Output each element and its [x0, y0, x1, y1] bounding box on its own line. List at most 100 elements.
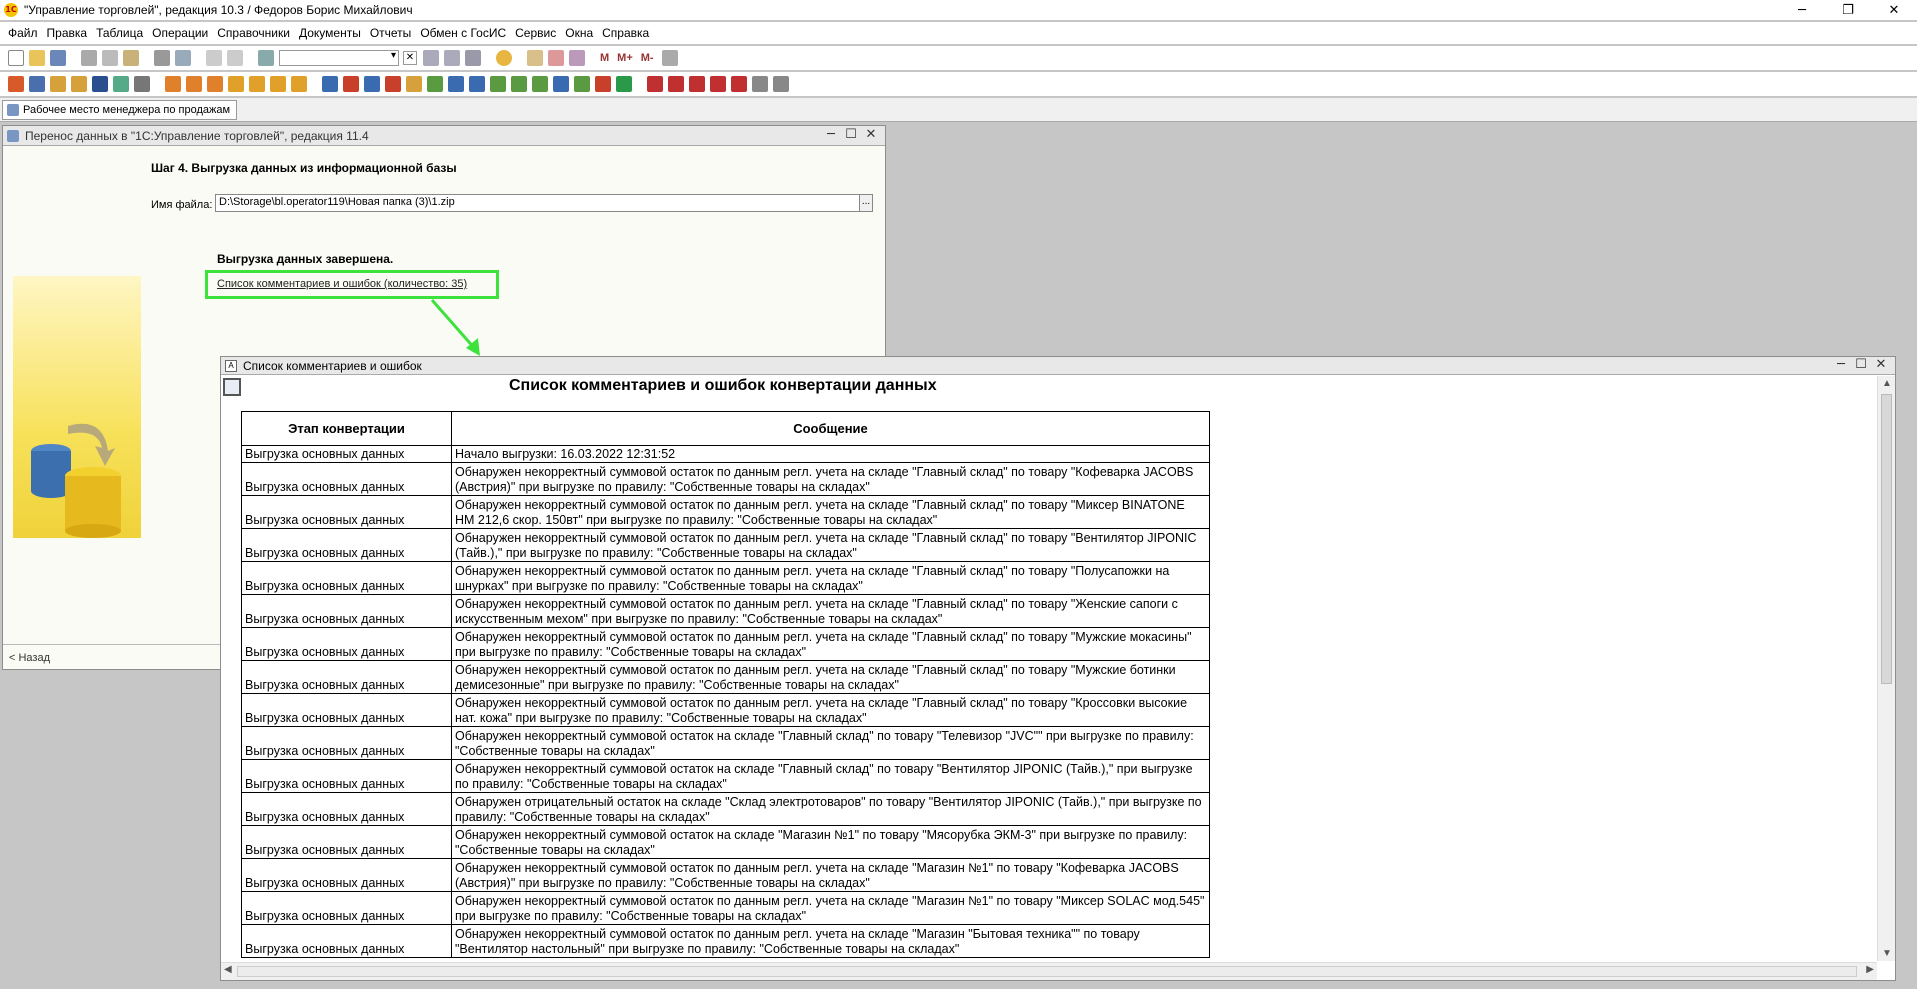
doc-icon-16[interactable] — [406, 76, 422, 92]
table-row[interactable]: Выгрузка основных данных Обнаружен некорр… — [241, 660, 1210, 694]
table-row[interactable]: Выгрузка основных данных Обнаружен некорр… — [241, 726, 1210, 760]
paste-icon[interactable] — [123, 50, 139, 66]
doc-icon-22[interactable] — [532, 76, 548, 92]
table-row[interactable]: Выгрузка основных данных Обнаружен некорр… — [241, 858, 1210, 892]
doc-icon-21[interactable] — [511, 76, 527, 92]
table-row[interactable]: Выгрузка основных данных Обнаружен некорр… — [241, 924, 1210, 958]
doc-icon-9[interactable] — [249, 76, 265, 92]
calculator-icon[interactable] — [527, 50, 543, 66]
table-row[interactable]: Выгрузка основных данных Обнаружен некорр… — [241, 693, 1210, 727]
scroll-down-icon[interactable]: ▼ — [1882, 948, 1892, 959]
close-button[interactable]: ✕ — [1871, 357, 1891, 372]
vertical-scrollbar[interactable]: ▲ ▼ — [1877, 376, 1895, 961]
doc-icon-24[interactable] — [574, 76, 590, 92]
open-icon[interactable] — [29, 50, 45, 66]
users-icon[interactable] — [569, 50, 585, 66]
doc-icon-4[interactable] — [71, 76, 87, 92]
doc-icon-10[interactable] — [270, 76, 286, 92]
undo-icon[interactable] — [206, 50, 222, 66]
table-row[interactable]: Выгрузка основных данных Обнаружен некорр… — [241, 495, 1210, 529]
menu-operations[interactable]: Операции — [152, 26, 208, 40]
back-button[interactable]: < Назад — [9, 652, 50, 664]
doc-icon-32[interactable] — [752, 76, 768, 92]
maximize-button[interactable]: ☐ — [841, 127, 861, 142]
doc-icon-27[interactable] — [647, 76, 663, 92]
errors-list-link[interactable]: Список комментариев и ошибок (количество… — [217, 278, 467, 290]
browse-button[interactable]: ... — [859, 194, 873, 212]
doc-icon-1[interactable] — [8, 76, 24, 92]
menu-service[interactable]: Сервис — [515, 26, 556, 40]
memory-plus-button[interactable]: M+ — [617, 52, 633, 64]
doc-icon-19[interactable] — [469, 76, 485, 92]
doc-icon-6[interactable] — [186, 76, 202, 92]
report-document[interactable]: Список комментариев и ошибок конвертации… — [221, 376, 1877, 961]
file-name-field[interactable]: D:\Storage\bl.operator119\Новая папка (3… — [215, 194, 861, 212]
menu-file[interactable]: Файл — [8, 26, 38, 40]
table-row[interactable]: Выгрузка основных данных Обнаружен некорр… — [241, 891, 1210, 925]
close-button[interactable]: ✕ — [861, 127, 881, 142]
calendar-icon[interactable] — [548, 50, 564, 66]
grid-icon[interactable] — [113, 76, 129, 92]
find-prev-icon[interactable] — [444, 50, 460, 66]
doc-icon-23[interactable] — [553, 76, 569, 92]
doc-icon-28[interactable] — [668, 76, 684, 92]
minimize-button[interactable]: ─ — [1779, 0, 1825, 20]
tab-sales-manager-workplace[interactable]: Рабочее место менеджера по продажам — [2, 100, 238, 120]
doc-icon-5[interactable] — [165, 76, 181, 92]
doc-icon-31[interactable] — [731, 76, 747, 92]
menu-reports[interactable]: Отчеты — [370, 26, 411, 40]
doc-icon-29[interactable] — [689, 76, 705, 92]
menu-catalogs[interactable]: Справочники — [217, 26, 290, 40]
doc-icon-7[interactable] — [207, 76, 223, 92]
minimize-button[interactable]: ─ — [1831, 357, 1851, 372]
edit-icon[interactable] — [134, 76, 150, 92]
doc-icon-12[interactable] — [322, 76, 338, 92]
doc-icon-11[interactable] — [291, 76, 307, 92]
info-icon[interactable] — [496, 50, 512, 66]
scroll-left-icon[interactable]: ◀ — [224, 964, 232, 975]
doc-icon-20[interactable] — [490, 76, 506, 92]
minimize-button[interactable]: ─ — [821, 127, 841, 142]
memory-button[interactable]: M — [600, 52, 609, 64]
windows-icon[interactable] — [465, 50, 481, 66]
print-preview-icon[interactable] — [175, 50, 191, 66]
close-button[interactable]: ✕ — [1871, 0, 1917, 20]
doc-icon-13[interactable] — [343, 76, 359, 92]
menu-help[interactable]: Справка — [602, 26, 649, 40]
menu-gosis-exchange[interactable]: Обмен с ГосИС — [420, 26, 506, 40]
doc-icon-25[interactable] — [595, 76, 611, 92]
sheet-corner-cell[interactable] — [223, 378, 241, 396]
table-row[interactable]: Выгрузка основных данных Обнаружен некорр… — [241, 561, 1210, 595]
restore-button[interactable]: ❐ — [1825, 0, 1871, 20]
doc-icon-15[interactable] — [385, 76, 401, 92]
table-row[interactable]: Выгрузка основных данных Начало выгрузки:… — [241, 445, 1210, 463]
search-combo[interactable] — [279, 50, 399, 66]
doc-icon-33[interactable] — [773, 76, 789, 92]
table-row[interactable]: Выгрузка основных данных Обнаружен некорр… — [241, 594, 1210, 628]
memory-minus-button[interactable]: M- — [641, 52, 654, 64]
scroll-right-icon[interactable]: ▶ — [1866, 964, 1874, 975]
horizontal-scroll-thumb[interactable] — [237, 966, 1857, 977]
doc-icon-18[interactable] — [448, 76, 464, 92]
search-icon[interactable] — [258, 50, 274, 66]
table-row[interactable]: Выгрузка основных данных Обнаружен некорр… — [241, 528, 1210, 562]
table-row[interactable]: Выгрузка основных данных Обнаружен некорр… — [241, 825, 1210, 859]
doc-icon-8[interactable] — [228, 76, 244, 92]
menu-documents[interactable]: Документы — [299, 26, 361, 40]
doc-icon-17[interactable] — [427, 76, 443, 92]
copy-icon[interactable] — [102, 50, 118, 66]
find-next-icon[interactable] — [423, 50, 439, 66]
doc-icon-26[interactable] — [616, 76, 632, 92]
doc-icon-3[interactable] — [50, 76, 66, 92]
doc-icon-2[interactable] — [29, 76, 45, 92]
print-icon[interactable] — [154, 50, 170, 66]
vertical-scroll-thumb[interactable] — [1881, 394, 1892, 684]
table-row[interactable]: Выгрузка основных данных Обнаружен отрица… — [241, 792, 1210, 826]
menu-edit[interactable]: Правка — [47, 26, 88, 40]
menu-windows[interactable]: Окна — [565, 26, 593, 40]
tools-icon[interactable] — [661, 50, 678, 66]
horizontal-scrollbar[interactable]: ◀ ▶ — [221, 962, 1877, 980]
table-row[interactable]: Выгрузка основных данных Обнаружен некорр… — [241, 759, 1210, 793]
redo-icon[interactable] — [227, 50, 243, 66]
scroll-up-icon[interactable]: ▲ — [1882, 378, 1892, 389]
